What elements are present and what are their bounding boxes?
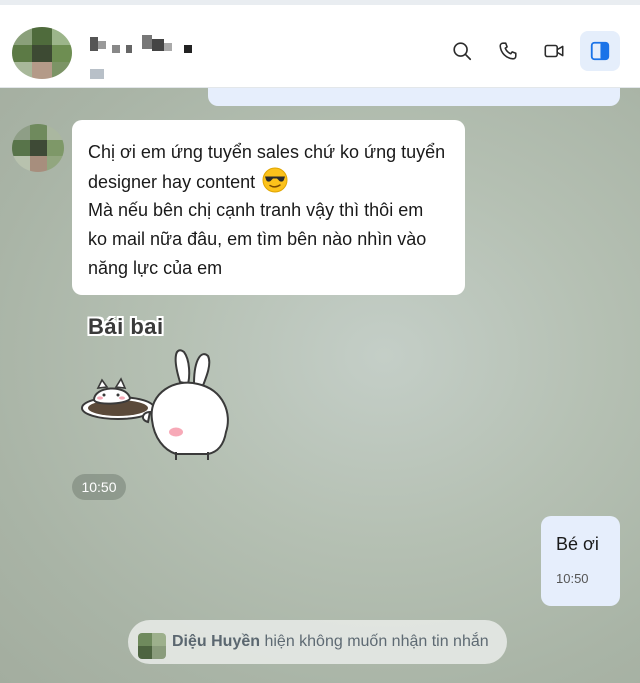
chat-header bbox=[0, 5, 640, 88]
outgoing-message-time: 10:50 bbox=[556, 571, 589, 586]
video-call-button[interactable] bbox=[534, 31, 574, 71]
message-line: ko mail nữa đâu, em tìm bên nào nhìn vào bbox=[88, 229, 427, 250]
header-actions bbox=[442, 31, 620, 71]
sidebar-panel-icon bbox=[590, 41, 610, 61]
sticker-timestamp: 10:50 bbox=[72, 474, 126, 500]
notice-avatar bbox=[138, 633, 166, 659]
incoming-message-bubble[interactable]: Chị ơi em ứng tuyển sales chứ ko ứng tuy… bbox=[72, 120, 465, 295]
call-button[interactable] bbox=[488, 31, 528, 71]
message-line: năng lực của em bbox=[88, 257, 223, 278]
sender-avatar[interactable] bbox=[12, 124, 64, 172]
previous-message-bubble bbox=[208, 88, 620, 106]
phone-icon bbox=[499, 42, 517, 60]
outgoing-message-text: Bé ơi bbox=[556, 534, 599, 554]
video-icon bbox=[544, 44, 564, 58]
block-notice-banner: Diệu Huyền hiện không muốn nhận tin nhắn bbox=[128, 620, 507, 664]
sticker-caption: Bái bai bbox=[88, 314, 164, 339]
sunglasses-emoji-icon bbox=[262, 167, 288, 193]
contact-name-blurred bbox=[90, 31, 195, 59]
message-line: designer hay content bbox=[88, 167, 451, 197]
message-line: Mà nếu bên chị cạnh tranh vậy thì thôi e… bbox=[88, 200, 424, 221]
search-icon bbox=[453, 42, 472, 61]
notice-text: hiện không muốn nhận tin nhắn bbox=[260, 633, 489, 650]
search-button[interactable] bbox=[442, 31, 482, 71]
contact-avatar[interactable] bbox=[12, 27, 72, 79]
message-line: Chị ơi em ứng tuyển sales chứ ko ứng tuy… bbox=[88, 142, 446, 162]
notice-contact-name: Diệu Huyền bbox=[172, 633, 261, 650]
contact-status-blurred bbox=[90, 69, 104, 79]
bunny-illustration bbox=[81, 349, 229, 460]
outgoing-message-bubble[interactable]: Bé ơi 10:50 bbox=[541, 516, 620, 606]
conversation-area[interactable]: Chị ơi em ứng tuyển sales chứ ko ứng tuy… bbox=[0, 88, 640, 683]
bunny-sticker[interactable]: Bái bai bbox=[80, 314, 240, 464]
toggle-panel-button[interactable] bbox=[580, 31, 620, 71]
